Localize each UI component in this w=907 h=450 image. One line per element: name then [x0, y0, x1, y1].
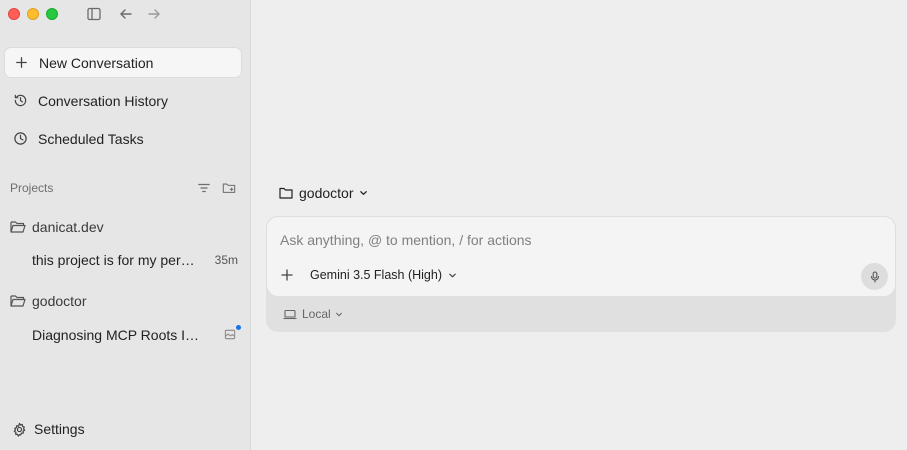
new-folder-icon[interactable] — [221, 180, 236, 195]
environment-selector[interactable]: Local — [283, 307, 343, 321]
conversation-history-label: Conversation History — [38, 92, 168, 109]
conversation-time: 35m — [214, 253, 238, 267]
back-arrow-icon[interactable] — [117, 5, 135, 23]
new-conversation-button[interactable]: New Conversation — [4, 47, 242, 78]
scheduled-tasks-label: Scheduled Tasks — [38, 130, 144, 147]
folder-open-icon — [10, 219, 26, 235]
model-selector[interactable]: Gemini 3.5 Flash (High) — [310, 268, 457, 282]
close-window-button[interactable] — [8, 8, 20, 20]
filter-icon[interactable] — [196, 180, 211, 195]
laptop-icon — [283, 308, 297, 320]
unread-dot — [236, 325, 241, 330]
add-context-button[interactable] — [280, 268, 294, 282]
settings-button[interactable]: Settings — [12, 421, 85, 437]
scheduled-tasks-button[interactable]: Scheduled Tasks — [4, 123, 242, 154]
chevron-down-icon — [359, 189, 368, 198]
plus-icon — [13, 55, 29, 71]
composer: Gemini 3.5 Flash (High) — [266, 216, 896, 297]
minimize-window-button[interactable] — [27, 8, 39, 20]
project-danicat-dev[interactable]: danicat.dev — [10, 219, 104, 235]
folder-open-icon — [10, 293, 26, 309]
new-conversation-label: New Conversation — [39, 54, 154, 71]
main-panel: godoctor Gemini 3.5 Flash (High) — [251, 0, 907, 450]
prompt-input[interactable] — [280, 232, 840, 248]
project-selector-label: godoctor — [299, 185, 354, 201]
composer-container: Gemini 3.5 Flash (High) Local — [266, 216, 896, 332]
project-name: danicat.dev — [32, 219, 104, 235]
project-godoctor[interactable]: godoctor — [10, 293, 86, 309]
chevron-down-icon — [335, 310, 343, 318]
conversation-title: Diagnosing MCP Roots Im… — [32, 327, 204, 343]
project-selector[interactable]: godoctor — [279, 185, 368, 201]
sidebar: New Conversation Conversation History Sc… — [0, 0, 251, 450]
settings-label: Settings — [34, 421, 85, 437]
conversation-item[interactable]: Diagnosing MCP Roots Im… — [32, 325, 241, 343]
unread-status-icon — [224, 325, 241, 342]
conversation-history-button[interactable]: Conversation History — [4, 85, 242, 116]
conversation-item[interactable]: this project is for my per… 35m — [32, 252, 238, 268]
project-name: godoctor — [32, 293, 87, 309]
projects-actions — [196, 180, 236, 195]
environment-label: Local — [302, 307, 331, 321]
microphone-button[interactable] — [861, 263, 888, 290]
zoom-window-button[interactable] — [46, 8, 58, 20]
model-label: Gemini 3.5 Flash (High) — [310, 268, 442, 282]
clock-icon — [12, 131, 28, 147]
chevron-down-icon — [448, 271, 457, 280]
folder-icon — [279, 186, 293, 200]
history-icon — [12, 93, 28, 109]
gear-icon — [12, 421, 28, 437]
window-controls — [8, 8, 58, 20]
sidebar-toggle-icon[interactable] — [85, 5, 103, 23]
conversation-title: this project is for my per… — [32, 252, 195, 268]
forward-arrow-icon[interactable] — [145, 5, 163, 23]
projects-section-label: Projects — [10, 181, 54, 195]
